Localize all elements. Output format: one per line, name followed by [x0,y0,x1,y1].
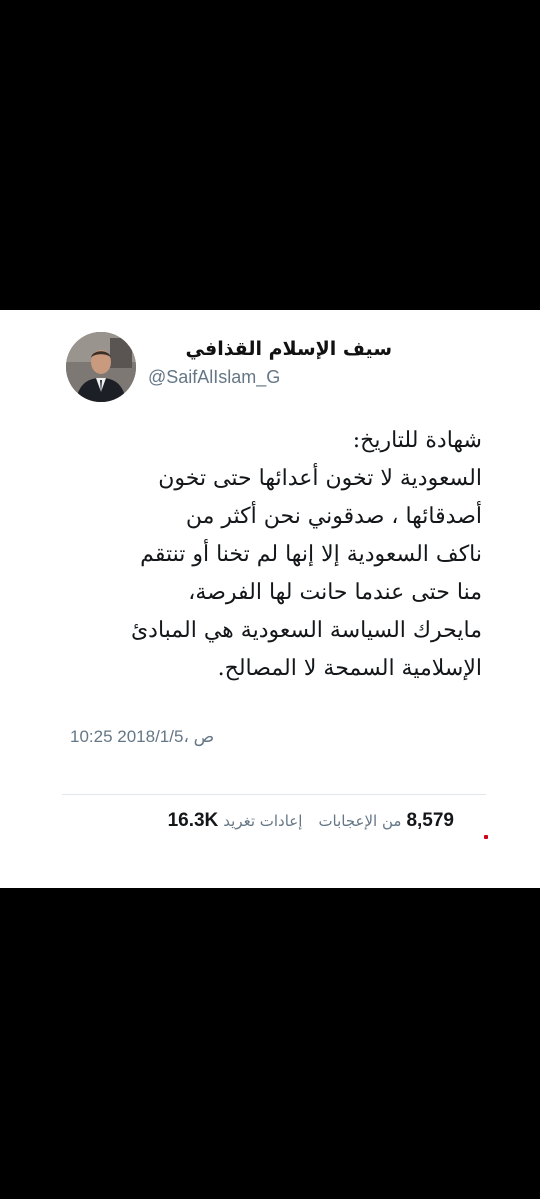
red-dot-mark [484,835,488,839]
avatar[interactable] [66,332,136,402]
profile-photo-icon [66,332,136,402]
bottom-black-bar [0,888,540,1199]
divider [62,794,486,795]
tweet-line: مايحرك السياسة السعودية هي المبادئ [130,618,482,643]
tweet-line: السعودية لا تخون أعدائها حتى تخون [158,466,482,491]
tweet-line: شهادة للتاريخ: [352,428,482,453]
user-handle[interactable]: @SaifAlIslam_G [148,367,280,388]
display-name[interactable]: سيف الإسلام القذافي [148,338,392,360]
top-black-bar [0,0,540,310]
tweet-timestamp[interactable]: 10:25 ص ،2018/1/5 [70,727,214,747]
tweet-line: منا حتى عندما حانت لها الفرصة، [188,580,482,605]
tweet-line: الإسلامية السمحة لا المصالح. [217,656,482,681]
likes-count[interactable]: 8,579 [406,810,454,832]
retweets-count[interactable]: 16.3K [168,810,219,832]
tweet-line: أصدقائها ، صدقوني نحن أكثر من [185,504,482,529]
retweets-label[interactable]: إعادات تغريد [223,812,302,830]
tweet-text: شهادة للتاريخ: السعودية لا تخون أعدائها … [40,422,482,688]
tweet-stats: 8,579 من الإعجابات إعادات تغريد 16.3K [62,810,454,832]
likes-label[interactable]: من الإعجابات [318,812,401,830]
tweet-card[interactable]: سيف الإسلام القذافي @SaifAlIslam_G شهادة… [0,310,540,888]
tweet-line: ناكف السعودية إلا إنها لم تخنا أو تنتقم [140,542,482,567]
